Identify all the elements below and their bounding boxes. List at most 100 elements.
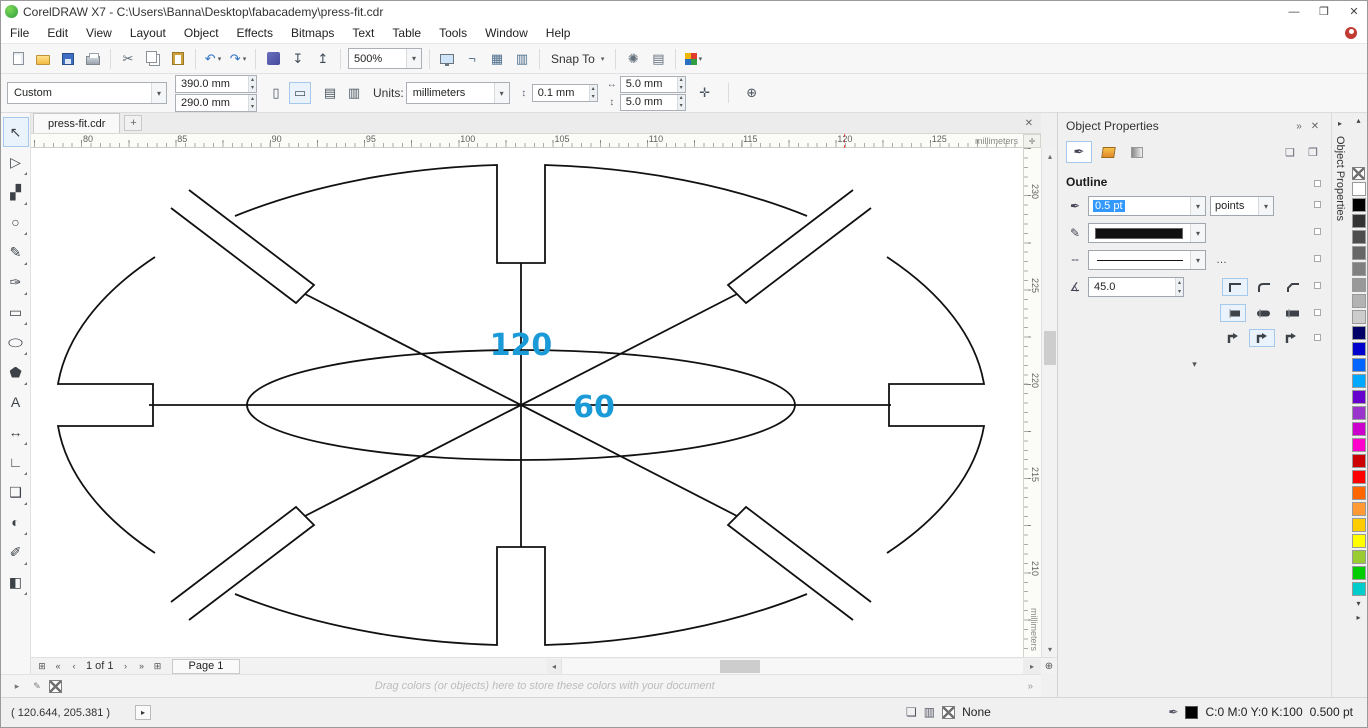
docker-flyout-icon[interactable]: » [1291,121,1307,132]
position-outside-button[interactable] [1220,329,1246,347]
chevron-down-icon[interactable]: ▾ [493,83,509,103]
user-account-icon[interactable] [1345,26,1357,39]
page-height-field[interactable]: 290.0 mm ▴ ▾ [175,93,257,112]
dimension-height-label[interactable]: 60 [573,390,615,425]
page-width-spinner[interactable]: ▴ ▾ [247,75,256,92]
vertical-scroll-thumb[interactable] [1044,331,1056,365]
show-guidelines-button[interactable]: ▥ [510,47,534,71]
scroll-up-icon[interactable]: ▴ [1042,148,1058,164]
color-swatch[interactable] [1351,422,1366,436]
drawing-canvas[interactable]: 120 60 [31,148,1023,657]
color-swatch[interactable] [1351,486,1366,500]
color-swatch[interactable] [1351,534,1366,548]
text-tool[interactable]: A [3,387,29,417]
show-grid-button[interactable]: ▦ [485,47,509,71]
duplicate-y-spinner[interactable]: ▴ ▾ [676,94,685,110]
round-corner-button[interactable] [1251,278,1277,296]
application-launcher-button[interactable]: ▾ [681,47,705,71]
docker-collapse-icon[interactable]: ▸ [1338,119,1342,128]
slot-bottom-right[interactable] [726,505,872,621]
artistic-media-tool[interactable]: ✑ [3,267,29,297]
add-page-button[interactable]: ⊞ [150,659,166,674]
first-page-button[interactable]: « [50,659,66,674]
palette-flyout-icon[interactable]: ▸ [9,681,25,692]
chevron-down-icon[interactable]: ▾ [1190,197,1205,215]
outline-units-combo[interactable]: points ▾ [1210,196,1274,216]
parallel-dimension-tool[interactable]: ↔ [3,417,29,447]
color-swatch[interactable] [1351,582,1366,596]
menu-item-layout[interactable]: Layout [121,22,175,43]
cut-button[interactable]: ✂ [116,47,140,71]
insert-page-button[interactable]: ⊞ [34,659,50,674]
menu-item-effects[interactable]: Effects [228,22,282,43]
tab-outline[interactable]: ✒ [1066,141,1092,163]
units-combo[interactable]: millimeters ▾ [405,82,510,104]
no-color-swatch[interactable] [1352,167,1365,180]
color-swatch[interactable] [1351,310,1366,324]
status-flyout-icon[interactable]: ▸ [135,705,151,720]
import-button[interactable]: ↧ [286,47,310,71]
transparency-tool[interactable]: ◐ [3,507,29,537]
scroll-left-icon[interactable]: ◂ [547,659,561,674]
color-swatch[interactable] [1351,182,1366,196]
horizontal-scrollbar[interactable] [561,659,1023,674]
chevron-down-icon[interactable]: ▾ [1258,197,1273,215]
pick-tool[interactable]: ↖ [2,117,29,147]
miter-limit-field[interactable]: 45.0 ▴ ▾ [1088,277,1184,297]
color-swatch[interactable] [1351,214,1366,228]
position-centered-button[interactable] [1249,329,1275,347]
style-link-indicator[interactable] [1314,255,1321,262]
slot-bottom-left[interactable] [170,505,316,621]
outer-top-arc[interactable] [234,164,808,264]
document-tab[interactable]: press-fit.cdr [33,113,121,133]
color-eyedropper-tool[interactable]: ✐ [3,537,29,567]
rectangle-tool[interactable]: ▭ [3,297,29,327]
menu-item-object[interactable]: Object [175,22,228,43]
freehand-tool[interactable]: ✎ [3,237,29,267]
color-swatch[interactable] [1351,502,1366,516]
zoom-level-combo[interactable]: 500% ▾ [348,48,422,69]
chevron-down-icon[interactable]: ▾ [406,49,421,68]
chevron-down-icon[interactable]: ▾ [218,55,222,63]
color-swatch[interactable] [1351,566,1366,580]
color-swatch[interactable] [1351,358,1366,372]
chevron-down-icon[interactable]: ▾ [1190,251,1205,269]
undo-button[interactable]: ↶ ▾ [201,47,225,71]
fill-bucket-icon[interactable]: ▥ [924,705,935,719]
docker-scroll-mode-button[interactable]: ❏ [1280,143,1300,161]
bevel-corner-button[interactable] [1280,278,1306,296]
color-swatch[interactable] [1351,262,1366,276]
docker-tab-label[interactable]: Object Properties [1334,136,1346,221]
color-swatch[interactable] [1351,518,1366,532]
ellipse-tool[interactable]: ◯ [3,327,29,357]
last-page-button[interactable]: » [134,659,150,674]
eyedropper-icon[interactable]: ✎ [29,681,45,692]
no-color-swatch[interactable] [49,679,62,693]
portrait-button[interactable]: ▯ [265,82,287,104]
line-style-combo[interactable]: ▾ [1088,250,1206,270]
object-info-icon[interactable]: ❏ [906,705,917,719]
chevron-down-icon[interactable]: ▾ [1190,224,1205,242]
crop-tool[interactable]: ▞ [3,177,29,207]
butt-cap-button[interactable] [1220,304,1246,322]
show-rulers-button[interactable]: ¬ [460,47,484,71]
color-swatch[interactable] [1351,470,1366,484]
minimize-button[interactable]: — [1279,1,1309,22]
docker-wrap-mode-button[interactable]: ❐ [1303,143,1323,161]
vertical-scrollbar[interactable]: ▴ ▾ [1041,148,1057,657]
export-button[interactable]: ↥ [311,47,335,71]
ruler-origin-button[interactable]: ✛ [1023,134,1041,148]
position-inside-button[interactable] [1278,329,1304,347]
paste-button[interactable] [166,47,190,71]
position-link-indicator[interactable] [1314,334,1321,341]
duplicate-y-field[interactable]: 5.0 mm ▴ ▾ [619,93,686,111]
color-swatch[interactable] [1351,438,1366,452]
landscape-button[interactable]: ▭ [289,82,311,104]
new-document-button[interactable] [6,47,30,71]
scroll-right-icon[interactable]: ▸ [1023,659,1041,674]
color-swatch[interactable] [1351,230,1366,244]
dimension-width-label[interactable]: 120 [490,328,553,363]
save-document-button[interactable] [56,47,80,71]
snap-to-dropdown[interactable]: Snap To ▾ [545,52,610,66]
color-swatch[interactable] [1351,406,1366,420]
